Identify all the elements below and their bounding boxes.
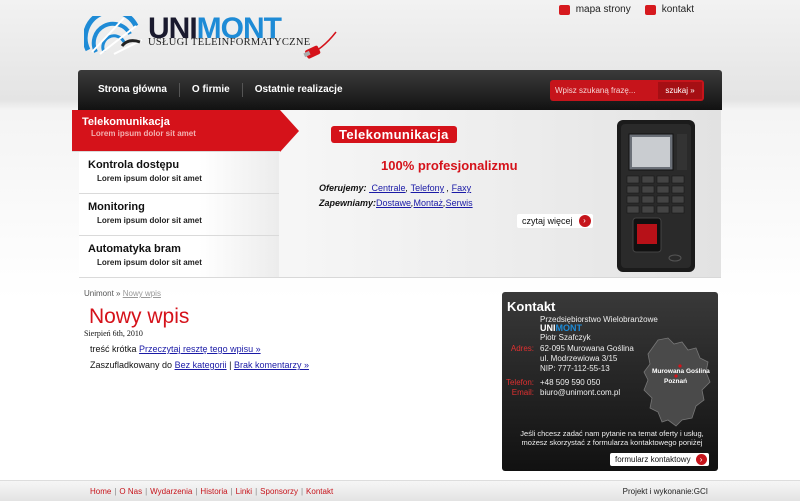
main-nav: Strona główna O firmie Ostatnie realizac… (78, 70, 722, 110)
slide-title: Telekomunikacja (331, 126, 457, 143)
footer-link-contact[interactable]: Kontakt (306, 487, 333, 496)
offer-link-centrale[interactable]: Centrale (369, 183, 406, 193)
footer-link-history[interactable]: Historia (200, 487, 227, 496)
provide-link-montaz[interactable]: Montaż (414, 198, 444, 208)
footer-credit: Projekt i wykonanie:GCI (622, 487, 708, 496)
footer-link-about[interactable]: O Nas (119, 487, 142, 496)
comments-link[interactable]: Brak komentarzy » (234, 360, 309, 370)
feature-area: Telekomunikacja Lorem ipsum dolor sit am… (72, 110, 721, 278)
logo-tagline: USŁUGI TELEINFORMATYCZNE (148, 37, 311, 48)
nav-item-about[interactable]: O firmie (180, 83, 243, 97)
access-terminal-image (617, 120, 695, 272)
menu-item-gate-automation[interactable]: Automatyka bram Lorem ipsum dolor sit am… (79, 236, 279, 278)
address-lines: 62-095 Murowana Goślina ul. Modrzewiowa … (540, 344, 634, 373)
read-more-button[interactable]: czytaj więcej › (517, 214, 593, 228)
email-value[interactable]: biuro@unimont.com.pl (540, 388, 620, 398)
offer-link-faxy[interactable]: Faxy (452, 183, 472, 193)
contact-note: Jeśli chcesz zadać nam pytanie na temat … (520, 429, 704, 447)
contact-box: Kontakt Przedsiębiorstwo Wielobranżowe U… (502, 292, 718, 471)
slide-provide-line: Zapewniamy:Dostawe,Montaż,Serwis (319, 198, 473, 208)
mini-logo: UNIMONT (540, 323, 582, 333)
nav-item-home[interactable]: Strona główna (86, 83, 180, 97)
breadcrumb-home[interactable]: Unimont (84, 289, 114, 298)
contact-link[interactable]: kontakt (644, 4, 694, 15)
read-rest-link[interactable]: Przeczytaj resztę tego wpisu » (139, 344, 261, 354)
nav-item-projects[interactable]: Ostatnie realizacje (243, 83, 355, 97)
post-title: Nowy wpis (89, 305, 190, 328)
active-arrow-icon (280, 110, 299, 152)
footer: Home | O Nas | Wydarzenia | Historia | Linki | Spo… (0, 480, 800, 501)
slide-headline: 100% profesjonalizmu (381, 158, 518, 173)
footer-link-events[interactable]: Wydarzenia (150, 487, 192, 496)
arrow-right-icon: › (578, 215, 591, 227)
post-date: Sierpień 6th, 2010 (84, 329, 143, 338)
arrow-right-icon: › (695, 454, 707, 465)
provide-link-dostawa[interactable]: Dostawe (376, 198, 411, 208)
email-label: Email: (511, 388, 534, 397)
phone-label: Telefon: (505, 378, 534, 387)
post-excerpt: treść krótka Przeczytaj resztę tego wpis… (90, 344, 261, 354)
provide-link-serwis[interactable]: Serwis (446, 198, 473, 208)
top-links: mapa strony kontakt (558, 4, 694, 15)
contact-form-button[interactable]: formularz kontaktowy › (610, 453, 709, 466)
site-logo[interactable]: UNIMONT USŁUGI TELEINFORMATYCZNE (84, 12, 344, 72)
map-label-poznan: Poznań (664, 378, 688, 385)
menu-item-monitoring[interactable]: Monitoring Lorem ipsum dolor sit amet (79, 194, 279, 236)
mail-icon (644, 4, 656, 15)
search-input[interactable] (555, 83, 657, 98)
breadcrumb-current[interactable]: Nowy wpis (123, 289, 161, 298)
logo-arc-icon (84, 16, 143, 55)
sitemap-link[interactable]: mapa strony (558, 4, 631, 15)
menu-item-telecom[interactable]: Telekomunikacja Lorem ipsum dolor sit am… (72, 110, 280, 152)
footer-link-links[interactable]: Linki (236, 487, 252, 496)
map-label-murowana: Murowana Goślina (652, 368, 710, 375)
contact-heading: Kontakt (507, 299, 556, 314)
footer-link-home[interactable]: Home (90, 487, 111, 496)
phone-value: +48 509 590 050 (540, 378, 601, 387)
category-link[interactable]: Bez kategorii (175, 360, 227, 370)
menu-item-access-control[interactable]: Kontrola dostępu Lorem ipsum dolor sit a… (79, 152, 279, 194)
search-box: szukaj » (550, 80, 704, 101)
footer-link-sponsors[interactable]: Sponsorzy (260, 487, 298, 496)
network-cable-icon (303, 31, 337, 59)
post-meta: Zaszufladkowany do Bez kategorii | Brak … (90, 360, 309, 370)
footer-links: Home | O Nas | Wydarzenia | Historia | Linki | Spo… (90, 487, 334, 496)
breadcrumb: Unimont » Nowy wpis (84, 289, 161, 298)
search-button[interactable]: szukaj » (658, 82, 702, 99)
offer-link-telefony[interactable]: Telefony (411, 183, 445, 193)
sitemap-icon (558, 4, 570, 15)
slide-offer-line: Oferujemy: Centrale, Telefony , Faxy (319, 183, 472, 193)
address-label: Adres: (510, 344, 534, 353)
